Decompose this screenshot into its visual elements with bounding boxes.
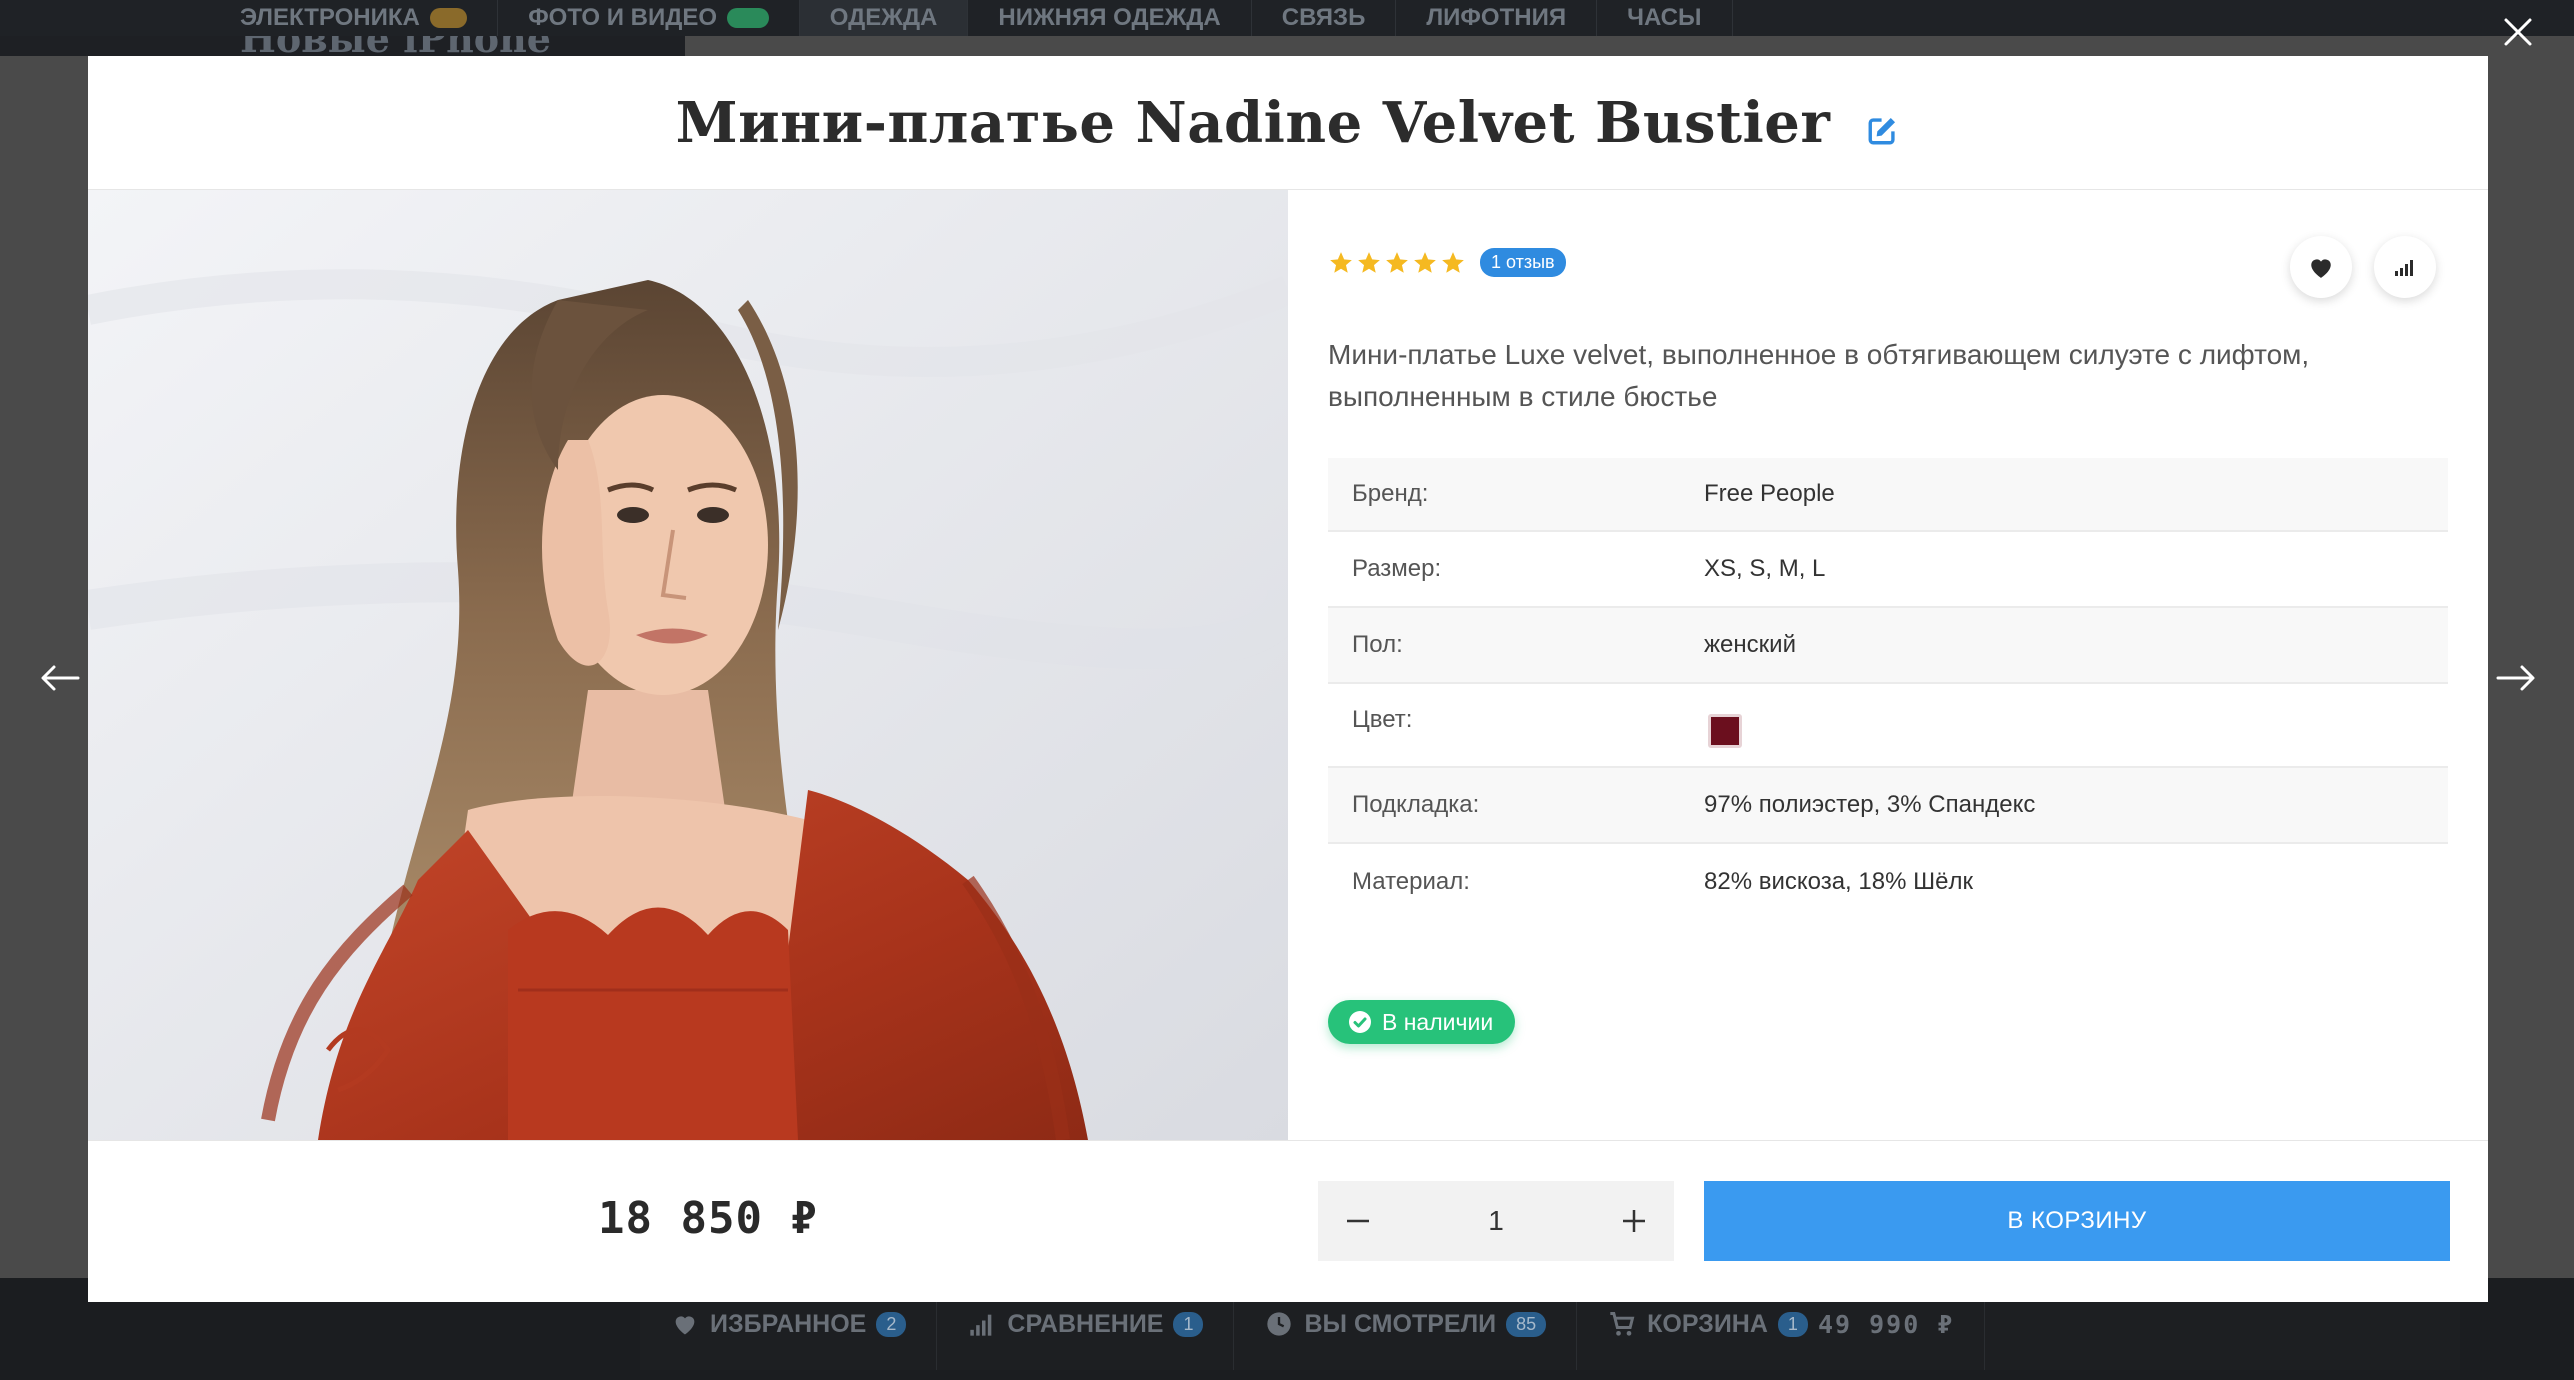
bottom-cart-sum: 49 990 ₽ [1817,1309,1955,1339]
spec-row-gender: Пол: женский [1328,608,2448,684]
nav-item-underwear: НИЖНЯЯ ОДЕЖДА [968,0,1252,36]
close-icon[interactable] [2498,12,2538,52]
spec-row-lining: Подкладка: 97% полиэстер, 3% Спандекс [1328,768,2448,844]
quick-view-modal: Мини-платье Nadine Velvet Bustier 1 отзы… [88,56,2488,1302]
nav-item-watches: ЧАСЫ [1597,0,1733,36]
quantity-stepper [1318,1181,1674,1261]
minus-icon [1347,1219,1369,1223]
add-to-favorites-button[interactable] [2290,236,2352,298]
nav-item-electronics: ЭЛЕКТРОНИКА [210,0,499,36]
star-icon [1330,251,1352,273]
star-icon [1358,251,1380,273]
modal-footer: 18 850 ₽ В КОРЗИНУ [88,1140,2488,1302]
spec-row-color: Цвет: [1328,684,2448,768]
rating: 1 отзыв [1328,248,1566,277]
increase-quantity-button[interactable] [1594,1181,1674,1261]
promo-text: Новые iPhone [240,36,551,56]
bar-chart-icon [970,1314,992,1336]
reviews-badge[interactable]: 1 отзыв [1480,248,1566,277]
heart-icon [675,1316,695,1335]
quantity-input[interactable] [1436,1205,1556,1237]
nav-item-photo-video: ФОТО И ВИДЕО [498,0,800,36]
add-to-compare-button[interactable] [2374,236,2436,298]
bottom-viewed-label: ВЫ СМОТРЕЛИ [1304,1309,1497,1338]
bar-chart-icon [2395,260,2413,276]
bottom-favorites-count: 2 [876,1311,907,1337]
star-icon [1414,251,1436,273]
star-icon [1442,251,1464,273]
in-stock-badge: В наличии [1328,1000,1516,1044]
heart-icon [2311,259,2331,278]
product-info: 1 отзыв Мини-платье Luxe velvet, выполне… [1288,190,2488,1140]
bottom-viewed-count: 85 [1506,1311,1547,1337]
product-specs: Бренд: Free People Размер: XS, S, M, L Пол… [1328,458,2448,920]
rating-stars [1328,250,1466,276]
bottom-compare-count: 1 [1173,1311,1204,1337]
star-icon [1386,251,1408,273]
bottom-compare-label: СРАВНЕНИЕ [1007,1309,1164,1338]
decrease-quantity-button[interactable] [1318,1181,1398,1261]
nav-item-lighting: ЛИФОТНИЯ [1396,0,1598,36]
bottom-favorites-label: ИЗБРАННОЕ [710,1309,867,1338]
add-to-cart-button[interactable]: В КОРЗИНУ [1704,1181,2450,1261]
arrow-left-icon[interactable] [38,662,82,694]
nav-item-communication: СВЯЗЬ [1252,0,1397,36]
spec-row-material: Материал: 82% вискоза, 18% Шёлк [1352,868,1973,895]
clock-icon [1267,1312,1292,1336]
product-title: Мини-платье Nadine Velvet Bustier [675,89,1831,156]
cart-icon [1610,1312,1635,1336]
product-image [88,190,1288,1140]
color-swatch[interactable] [1708,714,1742,748]
edit-icon[interactable] [1866,113,1900,147]
in-stock-label: В наличии [1382,1008,1494,1035]
product-description: Мини-платье Luxe velvet, выполненное в о… [1328,339,2310,412]
background-top-nav: ЭЛЕКТРОНИКА ФОТО И ВИДЕО ОДЕЖДА НИЖНЯЯ О… [0,0,2574,36]
bottom-cart-label: КОРЗИНА [1647,1309,1768,1338]
spec-row-size: Размер: XS, S, M, L [1328,532,2448,608]
spec-row-brand: Бренд: Free People [1328,458,2448,532]
product-price: 18 850 ₽ [598,1193,818,1244]
product-photo-illustration [88,190,1288,1140]
nav-item-clothing: ОДЕЖДА [799,0,969,36]
bottom-cart-count: 1 [1777,1311,1808,1337]
background-promo-banner: Новые iPhone [0,36,685,56]
arrow-right-icon[interactable] [2494,662,2538,694]
check-circle-icon [1349,1011,1371,1033]
plus-icon [1623,1210,1645,1232]
modal-header: Мини-платье Nadine Velvet Bustier [88,56,2488,190]
